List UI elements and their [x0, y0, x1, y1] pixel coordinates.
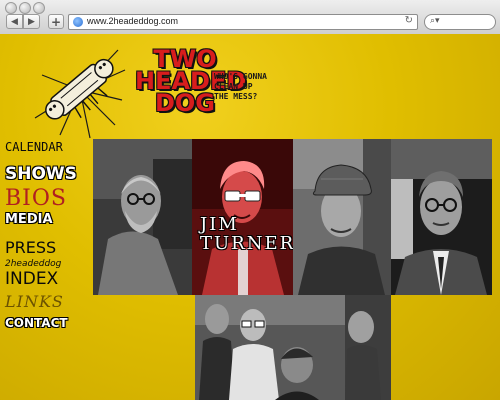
address-bar[interactable]: www.2headeddog.com ↻: [68, 14, 418, 30]
browser-toolbar: ◀ ▶ + www.2headeddog.com ↻ ⌕▾: [0, 0, 500, 35]
minimize-window-button[interactable]: [19, 2, 31, 14]
search-icon: ⌕▾: [430, 16, 440, 26]
tagline: WHO'S GONNA CLEAN UP THE MESS?: [214, 72, 310, 102]
member-portrait-image: [293, 139, 391, 295]
band-group-photo[interactable]: [195, 295, 391, 400]
main-navigation: CALENDAR SHOWS BIOS MEDIA PRESS 2headedd…: [5, 140, 85, 336]
bio-photo-4[interactable]: [391, 139, 492, 295]
bio-photo-3[interactable]: [293, 139, 391, 295]
tagline-line: THE MESS?: [214, 92, 258, 101]
close-window-button[interactable]: [5, 2, 17, 14]
forward-arrow-icon: ▶: [28, 17, 35, 27]
forward-button[interactable]: ▶: [23, 14, 40, 29]
nav-bios-link[interactable]: BIOS: [5, 186, 85, 212]
nav-shows-link[interactable]: SHOWS: [5, 164, 85, 186]
plus-icon: +: [50, 15, 62, 29]
nav-index-label: INDEX: [5, 269, 59, 289]
nav-links-link[interactable]: LINKS: [5, 292, 85, 316]
nav-media-link[interactable]: MEDIA: [5, 212, 85, 238]
globe-icon: [73, 17, 83, 27]
web-page: TWO HEADED DOG WHO'S GONNA CLEAN UP THE …: [0, 34, 500, 400]
zoom-window-button[interactable]: [33, 2, 45, 14]
nav-press-link[interactable]: PRESS: [5, 238, 85, 258]
url-text: www.2headeddog.com: [87, 16, 179, 26]
add-bookmark-button[interactable]: +: [48, 14, 64, 29]
caption-line: TURNER: [200, 233, 293, 254]
caption-line: JIM: [200, 214, 239, 235]
bio-photo-1[interactable]: [93, 139, 192, 295]
search-field[interactable]: ⌕▾: [424, 14, 496, 30]
member-portrait-image: [93, 139, 192, 295]
back-arrow-icon: ◀: [11, 17, 18, 27]
band-group-image: [195, 295, 391, 400]
tagline-line: CLEAN UP: [214, 82, 253, 91]
back-button[interactable]: ◀: [6, 14, 23, 29]
nav-index-link[interactable]: 2headeddog INDEX: [5, 258, 85, 292]
bio-caption: JIM TURNER: [200, 215, 293, 253]
nav-contact-link[interactable]: CONTACT: [5, 316, 85, 336]
reload-icon[interactable]: ↻: [405, 15, 413, 26]
nav-calendar-link[interactable]: CALENDAR: [5, 140, 85, 164]
two-headed-dog-logo[interactable]: [30, 40, 130, 140]
bio-photo-jim-turner[interactable]: JIM TURNER: [192, 139, 293, 295]
tagline-line: WHO'S GONNA: [214, 72, 267, 81]
member-portrait-image: [391, 139, 492, 295]
